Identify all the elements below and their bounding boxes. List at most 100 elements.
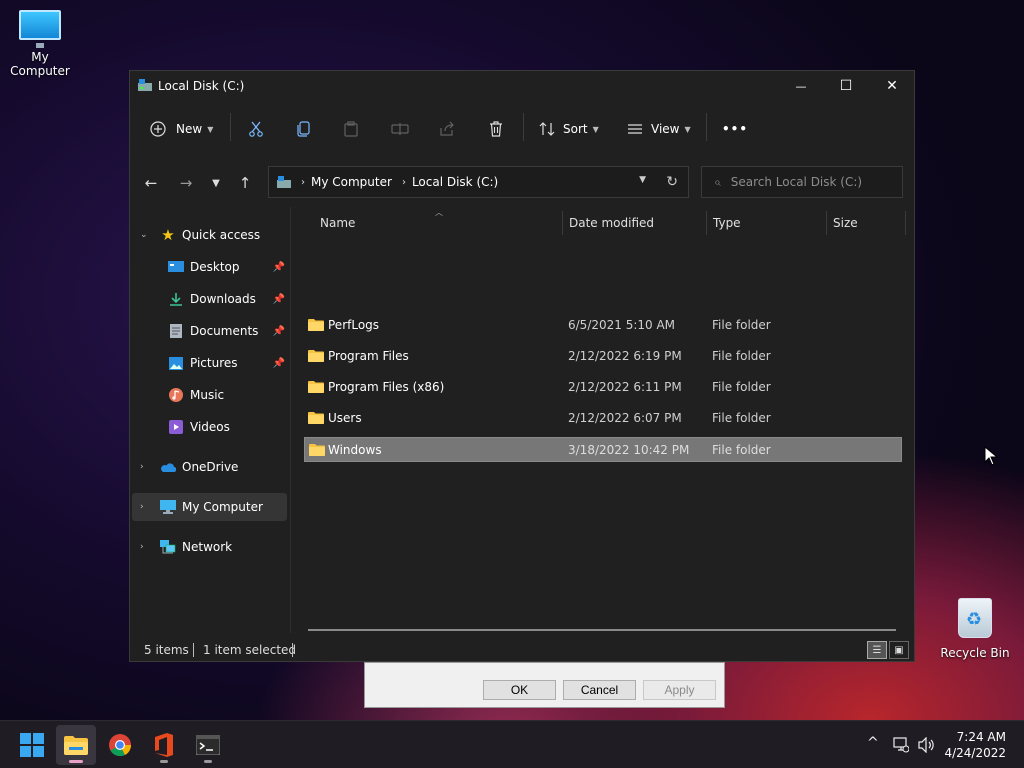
rename-button[interactable]: [391, 115, 409, 143]
column-header-date[interactable]: Date modified: [569, 211, 704, 235]
file-row[interactable]: Program Files (x86) 2/12/2022 6:11 PM Fi…: [304, 375, 902, 400]
file-row[interactable]: PerfLogs 6/5/2021 5:10 AM File folder: [304, 313, 902, 338]
maximize-button[interactable]: ☐: [823, 71, 869, 101]
sidebar-item-my-computer[interactable]: › My Computer: [132, 493, 287, 521]
clock[interactable]: 7:24 AM 4/24/2022: [944, 729, 1006, 761]
forward-button[interactable]: →: [172, 169, 200, 197]
file-date: 6/5/2021 5:10 AM: [568, 318, 676, 332]
file-date: 2/12/2022 6:11 PM: [568, 380, 682, 394]
taskbar-terminal[interactable]: [188, 725, 228, 765]
refresh-icon[interactable]: ↻: [666, 174, 678, 190]
search-box[interactable]: ⌕: [701, 166, 903, 198]
pin-icon[interactable]: 📌: [273, 262, 285, 273]
sidebar-item-desktop[interactable]: Desktop 📌: [132, 253, 287, 281]
column-header-name[interactable]: Name: [320, 211, 560, 235]
recycle-bin-icon: ♻: [958, 598, 992, 638]
download-icon: [168, 291, 184, 307]
pin-icon[interactable]: 📌: [273, 294, 285, 305]
view-button[interactable]: View ▼: [627, 115, 691, 143]
new-button[interactable]: New ▼: [150, 115, 213, 143]
column-header-size[interactable]: Size: [833, 211, 903, 235]
arrow-up-icon: ↑: [238, 174, 252, 192]
sidebar-item-videos[interactable]: Videos: [132, 413, 287, 441]
chevron-right-icon[interactable]: ›: [140, 462, 144, 472]
more-options-button[interactable]: •••: [722, 115, 748, 143]
show-hidden-icons-button[interactable]: ^: [867, 735, 879, 751]
file-row[interactable]: Program Files 2/12/2022 6:19 PM File fol…: [304, 344, 902, 369]
paste-button[interactable]: [343, 115, 359, 143]
sidebar-item-music[interactable]: Music: [132, 381, 287, 409]
chevron-down-icon: ▼: [592, 124, 599, 134]
volume-icon[interactable]: [918, 737, 936, 753]
address-bar[interactable]: › My Computer › Local Disk (C:) ▼ ↻: [268, 166, 689, 198]
pin-icon[interactable]: 📌: [273, 326, 285, 337]
chevron-right-icon[interactable]: ›: [140, 542, 144, 552]
sidebar-item-documents[interactable]: Documents 📌: [132, 317, 287, 345]
pin-icon[interactable]: 📌: [273, 358, 285, 369]
copy-button[interactable]: [296, 115, 312, 143]
breadcrumb-local-disk[interactable]: Local Disk (C:): [412, 175, 498, 189]
desktop-icon-label: Recycle Bin: [940, 646, 1010, 660]
sort-button[interactable]: Sort ▼: [539, 115, 599, 143]
status-divider: [193, 643, 194, 657]
taskbar-office[interactable]: [144, 725, 184, 765]
search-input[interactable]: [730, 175, 891, 189]
toolbar-divider: [230, 113, 231, 141]
folder-icon: [308, 412, 324, 424]
sidebar-item-label: My Computer: [182, 500, 263, 514]
share-button[interactable]: [439, 115, 455, 143]
column-divider[interactable]: [706, 211, 707, 235]
taskbar-chrome[interactable]: [100, 725, 140, 765]
apply-button[interactable]: Apply: [643, 680, 716, 700]
folder-icon: [309, 444, 325, 456]
desktop-icon-recycle-bin[interactable]: ♻ Recycle Bin: [935, 598, 1015, 660]
title-bar[interactable]: Local Disk (C:) — ☐ ✕: [130, 71, 914, 103]
sidebar-item-onedrive[interactable]: › OneDrive: [132, 453, 287, 481]
close-button[interactable]: ✕: [869, 71, 915, 101]
start-button[interactable]: [12, 725, 52, 765]
breadcrumb-my-computer[interactable]: My Computer: [311, 175, 392, 189]
sort-label: Sort: [563, 122, 588, 136]
monitor-icon: [19, 10, 61, 48]
ok-button[interactable]: OK: [483, 680, 556, 700]
up-button[interactable]: ↑: [231, 169, 259, 197]
minimize-icon: —: [795, 79, 807, 93]
copy-icon: [297, 121, 310, 137]
taskbar-file-explorer[interactable]: [56, 725, 96, 765]
network-status-icon[interactable]: [893, 737, 909, 753]
file-date: 2/12/2022 6:19 PM: [568, 349, 682, 363]
details-view-button[interactable]: ☰: [867, 641, 887, 659]
cut-button[interactable]: [248, 115, 264, 143]
cancel-button[interactable]: Cancel: [563, 680, 636, 700]
column-divider[interactable]: [905, 211, 906, 235]
chevron-right-icon[interactable]: ›: [140, 502, 144, 512]
terminal-icon: [196, 735, 220, 755]
arrow-left-icon: ←: [144, 174, 158, 192]
file-row[interactable]: Users 2/12/2022 6:07 PM File folder: [304, 406, 902, 431]
chevron-down-icon[interactable]: ⌄: [140, 230, 148, 240]
sidebar-item-downloads[interactable]: Downloads 📌: [132, 285, 287, 313]
sidebar-item-network[interactable]: › Network: [132, 533, 287, 561]
clock-date: 4/24/2022: [944, 746, 1006, 760]
recent-locations-button[interactable]: ▼: [202, 169, 230, 197]
large-icons-view-button[interactable]: ▣: [889, 641, 909, 659]
running-indicator: [69, 760, 83, 763]
pane-splitter[interactable]: [290, 207, 291, 633]
file-row[interactable]: Windows 3/18/2022 10:42 PM File folder: [304, 437, 902, 462]
horizontal-scrollbar[interactable]: [308, 629, 896, 631]
minimize-button[interactable]: —: [778, 71, 824, 101]
sidebar-item-quick-access[interactable]: ⌄ ★ Quick access: [132, 221, 287, 249]
column-divider[interactable]: [826, 211, 827, 235]
column-divider[interactable]: [562, 211, 563, 235]
sidebar-item-label: Downloads: [190, 292, 256, 306]
back-button[interactable]: ←: [137, 169, 165, 197]
status-bar: 5 items 1 item selected ☰ ▣: [130, 639, 914, 663]
desktop-icon-my-computer[interactable]: My Computer: [0, 10, 80, 78]
plus-circle-icon: [150, 121, 166, 137]
sidebar-item-pictures[interactable]: Pictures 📌: [132, 349, 287, 377]
delete-button[interactable]: [488, 115, 504, 143]
chevron-down-icon[interactable]: ▼: [639, 175, 646, 185]
window-title: Local Disk (C:): [158, 79, 245, 93]
drive-icon: [277, 176, 291, 188]
column-header-type[interactable]: Type: [713, 211, 823, 235]
